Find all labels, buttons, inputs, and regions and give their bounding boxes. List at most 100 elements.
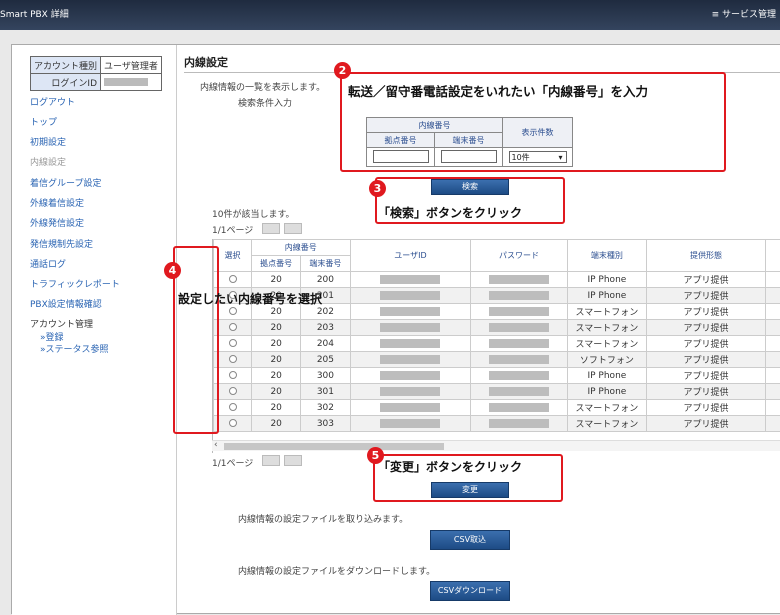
row-radio[interactable] xyxy=(229,339,237,347)
table-row[interactable]: 20302 スマートフォンアプリ提供 xyxy=(214,400,780,416)
row-select-cell xyxy=(214,320,252,336)
prev-page-button-bottom[interactable] xyxy=(262,455,280,466)
row-userid xyxy=(350,272,471,288)
scroll-thumb[interactable] xyxy=(224,443,444,450)
page-indicator-top: 1/1ページ xyxy=(212,223,253,236)
nav-restriction[interactable]: 発信規制先設定 xyxy=(30,237,93,250)
row-device: ソフトフォン xyxy=(567,352,646,368)
page-indicator-bottom: 1/1ページ xyxy=(212,456,253,469)
row-radio[interactable] xyxy=(229,275,237,283)
col-term: 端末番号 xyxy=(301,256,350,272)
import-description: 内線情報の設定ファイルを取り込みます。 xyxy=(238,512,408,525)
login-id-label: ログインID xyxy=(31,74,101,91)
csv-download-button[interactable]: CSVダウンロード xyxy=(430,581,510,601)
row-base: 20 xyxy=(252,320,301,336)
row-password xyxy=(471,304,567,320)
table-row[interactable]: 20200IP Phoneアプリ提供 xyxy=(214,272,780,288)
search-label: 検索条件入力 xyxy=(238,96,292,109)
row-extra xyxy=(765,352,780,368)
row-radio[interactable] xyxy=(229,387,237,395)
row-userid xyxy=(350,416,471,432)
col-password: パスワード xyxy=(471,240,567,272)
row-service: アプリ提供 xyxy=(647,288,766,304)
row-term: 303 xyxy=(301,416,350,432)
annotation-text-3: 「検索」ボタンをクリック xyxy=(378,204,522,221)
horizontal-scrollbar[interactable]: ‹ › xyxy=(212,440,780,451)
row-extra xyxy=(765,272,780,288)
row-device: スマートフォン xyxy=(567,400,646,416)
page-description: 内線情報の一覧を表示します。 xyxy=(200,80,325,93)
row-password xyxy=(471,368,567,384)
row-radio[interactable] xyxy=(229,323,237,331)
table-row[interactable]: 20205ソフトフォンアプリ提供 xyxy=(214,352,780,368)
table-row[interactable]: 20203スマートフォンアプリ提供 xyxy=(214,320,780,336)
prev-page-button-top[interactable] xyxy=(262,223,280,234)
row-service: アプリ提供 xyxy=(647,272,766,288)
nav-initial[interactable]: 初期設定 xyxy=(30,135,66,148)
login-id-value xyxy=(101,74,162,91)
annotation-text-2: 転送／留守番電話設定をいれたい「内線番号」を入力 xyxy=(348,81,648,100)
nav-top[interactable]: トップ xyxy=(30,115,57,128)
row-term: 302 xyxy=(301,400,350,416)
annotation-badge-2: 2 xyxy=(334,62,351,79)
service-menu[interactable]: ≡ サービス管理 xyxy=(712,7,776,20)
annotation-badge-4: 4 xyxy=(164,262,181,279)
nav-outgoing-ext[interactable]: 外線着信設定 xyxy=(30,196,84,209)
annotation-badge-3: 3 xyxy=(369,180,386,197)
row-base: 20 xyxy=(252,272,301,288)
table-row[interactable]: 20300IP Phoneアプリ提供 xyxy=(214,368,780,384)
download-description: 内線情報の設定ファイルをダウンロードします。 xyxy=(238,564,435,577)
row-radio[interactable] xyxy=(229,371,237,379)
row-userid xyxy=(350,400,471,416)
nav-group[interactable]: 着信グループ設定 xyxy=(30,176,101,189)
row-radio[interactable] xyxy=(229,403,237,411)
row-base: 20 xyxy=(252,400,301,416)
row-password xyxy=(471,320,567,336)
row-base: 20 xyxy=(252,336,301,352)
result-count: 10件が該当します。 xyxy=(212,207,295,220)
row-password xyxy=(471,288,567,304)
account-type-label: アカウント種別 xyxy=(31,57,101,74)
nav-calllog[interactable]: 通話ログ xyxy=(30,257,66,270)
table-row[interactable]: 20303スマートフォンアプリ提供 xyxy=(214,416,780,432)
row-base: 20 xyxy=(252,416,301,432)
table-row[interactable]: 20301IP Phoneアプリ提供 xyxy=(214,384,780,400)
row-radio[interactable] xyxy=(229,355,237,363)
next-page-button-top[interactable] xyxy=(284,223,302,234)
row-device: スマートフォン xyxy=(567,304,646,320)
row-device: IP Phone xyxy=(567,384,646,400)
row-term: 204 xyxy=(301,336,350,352)
account-info: アカウント種別 ユーザ管理者 ログインID xyxy=(30,56,162,91)
nav-logout[interactable]: ログアウト xyxy=(30,95,75,108)
nav-pbxcheck[interactable]: PBX設定情報確認 xyxy=(30,297,102,310)
row-select-cell xyxy=(214,272,252,288)
next-page-button-bottom[interactable] xyxy=(284,455,302,466)
nav-status[interactable]: »ステータス参照 xyxy=(40,342,109,355)
row-select-cell xyxy=(214,368,252,384)
nav-outgoing-send[interactable]: 外線発信設定 xyxy=(30,216,84,229)
row-select-cell xyxy=(214,400,252,416)
row-service: アプリ提供 xyxy=(647,336,766,352)
table-row[interactable]: 20204 スマートフォンアプリ提供 xyxy=(214,336,780,352)
row-service: アプリ提供 xyxy=(647,400,766,416)
row-device: スマートフォン xyxy=(567,320,646,336)
row-password xyxy=(471,336,567,352)
row-device: スマートフォン xyxy=(567,336,646,352)
row-select-cell xyxy=(214,416,252,432)
row-radio[interactable] xyxy=(229,307,237,315)
row-term: 205 xyxy=(301,352,350,368)
row-base: 20 xyxy=(252,368,301,384)
row-service: アプリ提供 xyxy=(647,304,766,320)
row-extra xyxy=(765,416,780,432)
row-radio[interactable] xyxy=(229,419,237,427)
row-base: 20 xyxy=(252,384,301,400)
csv-import-button[interactable]: CSV取込 xyxy=(430,530,510,550)
nav-traffic[interactable]: トラフィックレポート xyxy=(30,277,120,290)
scroll-left-icon[interactable]: ‹ xyxy=(214,440,218,450)
row-term: 203 xyxy=(301,320,350,336)
row-password xyxy=(471,272,567,288)
row-userid xyxy=(350,352,471,368)
row-userid xyxy=(350,336,471,352)
nav-extension[interactable]: 内線設定 xyxy=(30,155,66,168)
col-service: 提供形態 xyxy=(647,240,766,272)
